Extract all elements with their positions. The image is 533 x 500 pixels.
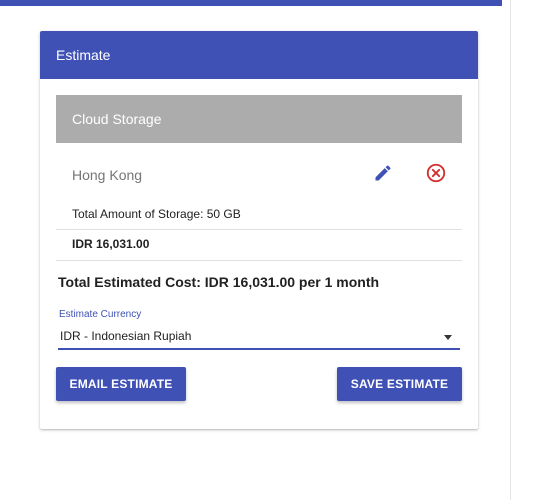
estimate-currency-label: Estimate Currency (59, 309, 142, 320)
item-cost: IDR 16,031.00 (72, 237, 150, 251)
save-estimate-button[interactable]: SAVE ESTIMATE (337, 367, 462, 401)
item-divider-top (56, 229, 462, 230)
page: Estimate Cloud Storage Hong Kong Total A… (0, 0, 533, 500)
estimate-currency-value: IDR - Indonesian Rupiah (60, 329, 192, 343)
remove-item-button[interactable] (422, 159, 450, 187)
estimate-card: Estimate Cloud Storage Hong Kong Total A… (40, 31, 478, 429)
pencil-icon (375, 165, 391, 181)
total-estimated-cost: Total Estimated Cost: IDR 16,031.00 per … (58, 274, 380, 290)
item-storage-detail: Total Amount of Storage: 50 GB (72, 207, 241, 221)
item-region: Hong Kong (72, 167, 143, 183)
dropdown-arrow-icon (444, 335, 452, 340)
estimate-card-header: Estimate (40, 31, 478, 79)
top-app-bar (0, 0, 502, 6)
email-estimate-button[interactable]: EMAIL ESTIMATE (56, 367, 186, 401)
right-divider (510, 0, 511, 500)
item-title-band: Cloud Storage (56, 95, 462, 143)
item-divider-bottom (56, 260, 462, 261)
estimate-currency-select[interactable]: IDR - Indonesian Rupiah (58, 325, 460, 350)
edit-item-button[interactable] (370, 160, 396, 186)
circle-x-icon (426, 163, 446, 183)
